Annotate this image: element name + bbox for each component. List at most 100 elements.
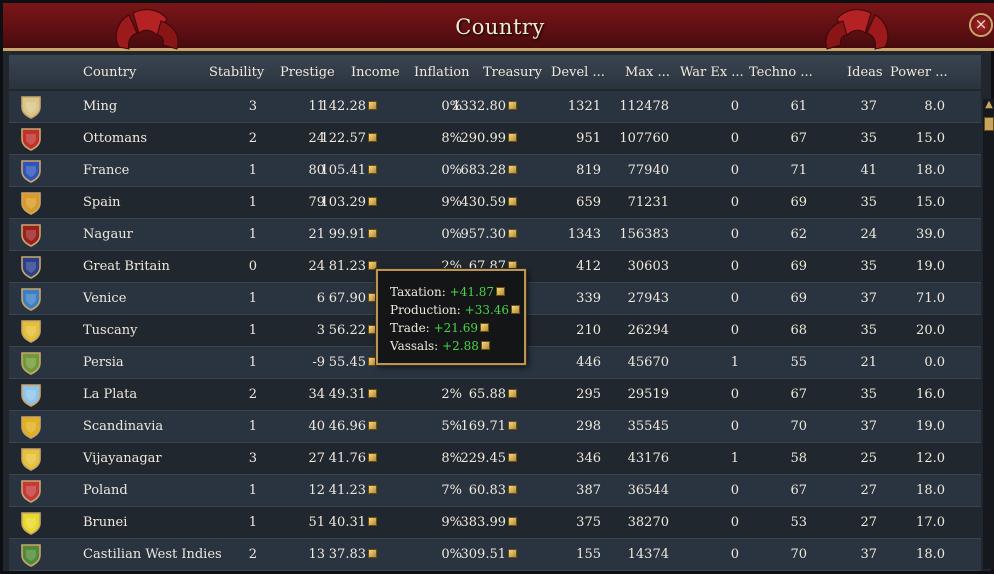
cell-value: 61 — [790, 99, 807, 114]
close-button[interactable]: × — [969, 13, 993, 37]
table-row[interactable]: Castilian West Indies 2 13 37.83 0% 309.51 155… — [9, 539, 981, 571]
column-header-prestige[interactable]: Prestige — [280, 65, 335, 80]
country-name[interactable]: Persia — [83, 355, 124, 370]
persia-flag-icon[interactable] — [19, 351, 43, 375]
country-name[interactable]: Tuscany — [83, 323, 137, 338]
ottomans-flag-icon[interactable] — [19, 127, 43, 151]
cell-prestige: 24 — [308, 259, 325, 274]
ming-flag-icon[interactable] — [19, 95, 43, 119]
cell-war-exhaustion: 0 — [731, 195, 739, 210]
column-header-treasury[interactable]: Treasury — [483, 65, 542, 80]
table-row[interactable]: Spain 1 79 103.29 9% 430.59 659 71231 0 69 35 15.0 — [9, 187, 981, 219]
cell-treasury: 383.99 — [461, 515, 517, 530]
country-name[interactable]: Vijayanagar — [83, 451, 162, 466]
country-name[interactable]: France — [83, 163, 129, 178]
column-header-development[interactable]: Devel ... — [551, 65, 605, 80]
ducat-icon — [508, 453, 517, 462]
table-row[interactable]: Brunei 1 51 40.31 9% 383.99 375 38270 0 53 27 17.0 — [9, 507, 981, 539]
tuscany-flag-icon[interactable] — [19, 319, 43, 343]
ducat-icon — [368, 549, 377, 558]
cell-power: 15.0 — [916, 195, 945, 210]
tooltip-value: +33.46 — [464, 303, 510, 317]
tooltip-line-taxation: Taxation: +41.87 — [390, 285, 506, 299]
column-header-ideas[interactable]: Ideas — [847, 65, 883, 80]
column-header-war-exhaustion[interactable]: War Ex ... — [680, 65, 744, 80]
country-name[interactable]: La Plata — [83, 387, 137, 402]
ducat-icon — [368, 101, 377, 110]
cell-ideas: 35 — [860, 259, 877, 274]
country-name[interactable]: Ming — [83, 99, 117, 114]
vijayanagar-flag-icon[interactable] — [19, 447, 43, 471]
cell-value: 0 — [730, 483, 739, 498]
venice-flag-icon[interactable] — [19, 287, 43, 311]
country-name[interactable]: Poland — [83, 483, 128, 498]
cell-value: 2 — [248, 547, 257, 562]
cell-ideas: 21 — [860, 355, 877, 370]
cell-value: 0 — [730, 131, 739, 146]
cell-prestige: 6 — [317, 291, 325, 306]
cell-inflation: 2% — [441, 387, 462, 402]
la-plata-flag-icon[interactable] — [19, 383, 43, 407]
great-britain-flag-icon[interactable] — [19, 255, 43, 279]
table-row[interactable]: Scandinavia 1 40 46.96 5% 169.71 298 35545 0 70 37… — [9, 411, 981, 443]
country-name[interactable]: Ottomans — [83, 131, 147, 146]
cell-value: 27 — [860, 483, 877, 498]
cell-development: 387 — [576, 483, 601, 498]
cell-development: 446 — [576, 355, 601, 370]
nagaur-flag-icon[interactable] — [19, 223, 43, 247]
cell-value: 0 — [730, 291, 739, 306]
country-name[interactable]: Castilian West Indies — [83, 547, 222, 562]
cell-value: 1 — [248, 515, 257, 530]
scandinavia-flag-icon[interactable] — [19, 415, 43, 439]
table-row[interactable]: Poland 1 12 41.23 7% 60.83 387 36544 0 67 27 18.0 — [9, 475, 981, 507]
scroll-up-icon[interactable]: ▲ — [983, 99, 994, 111]
cell-war-exhaustion: 0 — [731, 163, 739, 178]
table-row[interactable]: Ming 3 11 142.28 0% 1332.80 1321 112478 0 61 37 8.0 — [9, 91, 981, 123]
column-header-power[interactable]: Power ... — [890, 65, 948, 80]
column-header-income[interactable]: Income — [351, 65, 400, 80]
column-header-country[interactable]: Country — [83, 65, 136, 80]
column-header-technology[interactable]: Techno ... — [749, 65, 813, 80]
spain-flag-icon[interactable] — [19, 191, 43, 215]
table-row[interactable]: La Plata 2 34 49.31 2% 65.88 295 29519 0 67 35 16.0 — [9, 379, 981, 411]
brunei-flag-icon[interactable] — [19, 511, 43, 535]
cell-income: 105.41 — [321, 163, 377, 178]
column-header-inflation[interactable]: Inflation — [414, 65, 470, 80]
cell-value: 77940 — [627, 163, 669, 178]
cell-ideas: 25 — [860, 451, 877, 466]
country-name[interactable]: Venice — [83, 291, 126, 306]
column-header-max[interactable]: Max ... — [625, 65, 670, 80]
cell-value: 6 — [316, 291, 325, 306]
country-name[interactable]: Scandinavia — [83, 419, 163, 434]
vertical-scrollbar[interactable]: ▲ — [983, 99, 994, 569]
cell-value: 8% — [441, 451, 462, 466]
cell-inflation: 7% — [441, 483, 462, 498]
cell-treasury: 60.83 — [469, 483, 517, 498]
scroll-thumb[interactable] — [984, 117, 994, 131]
table-row[interactable]: Nagaur 1 21 99.91 0% 957.30 1343 156383 0 62 24 39.… — [9, 219, 981, 251]
cell-value: 1 — [248, 419, 257, 434]
cell-value: 659 — [576, 195, 601, 210]
table-row[interactable]: France 1 80 105.41 0% 683.28 819 77940 0 71 41 18.0 — [9, 155, 981, 187]
country-name[interactable]: Brunei — [83, 515, 127, 530]
ducat-icon — [368, 453, 377, 462]
country-name[interactable]: Great Britain — [83, 259, 170, 274]
cell-ideas: 37 — [860, 547, 877, 562]
table-row[interactable]: Vijayanagar 3 27 41.76 8% 229.45 346 43176 1 58 25… — [9, 443, 981, 475]
ducat-icon — [508, 389, 517, 398]
cell-income: 37.83 — [329, 547, 377, 562]
country-name[interactable]: Nagaur — [83, 227, 133, 242]
column-header-stability[interactable]: Stability — [209, 65, 264, 80]
cell-value: 169.71 — [460, 419, 507, 434]
cell-value: 58 — [790, 451, 807, 466]
ducat-icon — [368, 229, 377, 238]
poland-flag-icon[interactable] — [19, 479, 43, 503]
cell-technology: 69 — [790, 291, 807, 306]
cell-value: 41.76 — [328, 451, 366, 466]
table-row[interactable]: Ottomans 2 24 122.57 8% 290.99 951 107760 0 67 35 1… — [9, 123, 981, 155]
country-name[interactable]: Spain — [83, 195, 121, 210]
cell-war-exhaustion: 0 — [731, 259, 739, 274]
cell-stability: 3 — [249, 451, 257, 466]
france-flag-icon[interactable] — [19, 159, 43, 183]
castilian-west-indies-flag-icon[interactable] — [19, 543, 43, 567]
